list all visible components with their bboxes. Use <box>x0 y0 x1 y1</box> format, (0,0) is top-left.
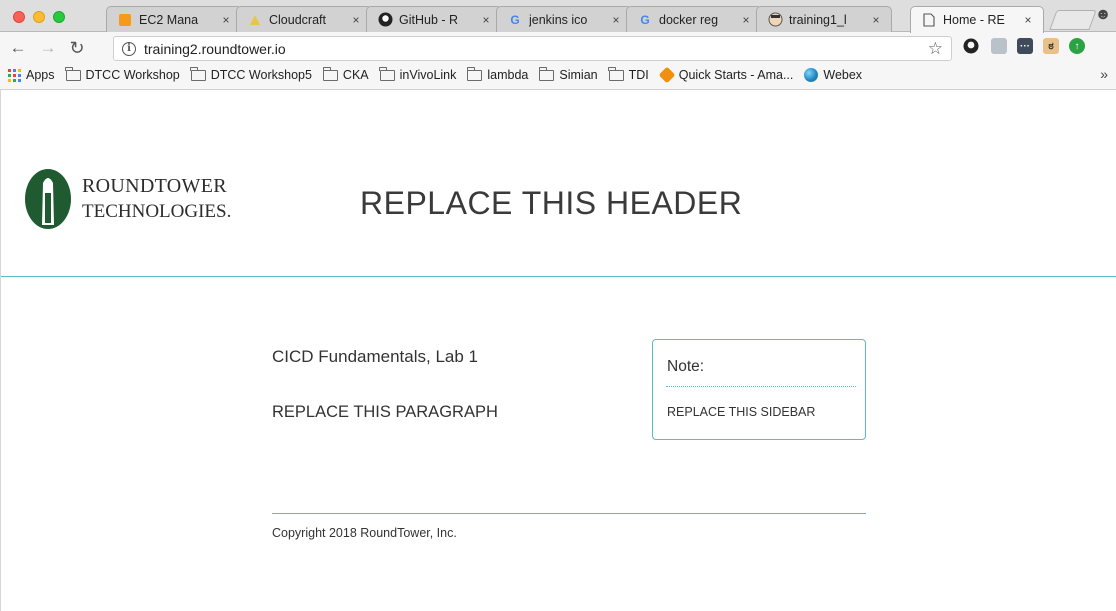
tab-github[interactable]: GitHub - R × <box>366 6 502 32</box>
close-tab-icon[interactable]: × <box>609 13 623 27</box>
tower-logo-icon <box>25 169 71 229</box>
aws-icon <box>117 12 133 28</box>
note-sidebar: Note: REPLACE THIS SIDEBAR <box>652 339 866 440</box>
bookmark-label: TDI <box>628 68 649 82</box>
bookmark-label: Simian <box>559 68 598 82</box>
sidebar-text: REPLACE THIS SIDEBAR <box>667 405 816 419</box>
tab-label: docker reg <box>659 12 719 27</box>
github-icon <box>377 12 393 28</box>
bookmark-label: Apps <box>26 68 55 82</box>
logo-line-1: ROUNDTOWER <box>82 175 227 197</box>
google-icon: G <box>510 12 520 27</box>
zoom-window-button[interactable] <box>53 11 65 23</box>
folder-icon <box>608 66 624 81</box>
back-icon[interactable]: ← <box>8 37 28 59</box>
new-tab-button[interactable] <box>1049 10 1097 30</box>
bookmarks-overflow-button[interactable]: » <box>1100 66 1108 82</box>
extension-dots-icon[interactable]: ··· <box>1017 38 1033 54</box>
google-icon: G <box>640 12 650 27</box>
webex-icon <box>804 68 819 82</box>
close-tab-icon[interactable]: × <box>479 13 493 27</box>
tab-training1[interactable]: training1_l × <box>756 6 892 32</box>
bookmark-label: lambda <box>487 68 529 82</box>
folder-icon <box>379 66 395 81</box>
note-divider <box>666 386 856 387</box>
tab-label: Home - RE <box>943 13 1005 27</box>
close-tab-icon[interactable]: × <box>739 13 753 27</box>
address-bar[interactable]: i training2.roundtower.io ☆ <box>113 36 952 61</box>
bookmark-dtcc-workshop5[interactable]: DTCC Workshop5 <box>190 66 312 82</box>
header-divider <box>1 276 1116 277</box>
tab-ec2[interactable]: EC2 Mana × <box>106 6 242 32</box>
apps-grid-icon <box>8 68 21 82</box>
folder-icon <box>322 66 338 81</box>
tab-home[interactable]: Home - RE × <box>910 6 1044 33</box>
close-tab-icon[interactable]: × <box>349 13 363 27</box>
logo-line-2: TECHNOLOGIES. <box>82 201 232 222</box>
tab-strip: EC2 Mana × Cloudcraft × GitHub - R × G j… <box>0 0 1116 33</box>
footer-divider <box>272 513 866 514</box>
tab-label: EC2 Mana <box>139 12 199 27</box>
extension-green-icon[interactable]: ↑ <box>1069 38 1085 54</box>
tab-label: GitHub - R <box>399 12 459 27</box>
page-content: ROUNDTOWER TECHNOLOGIES. REPLACE THIS HE… <box>0 90 1116 611</box>
close-tab-icon[interactable]: × <box>869 13 883 27</box>
bookmark-cka[interactable]: CKA <box>322 66 369 82</box>
bookmark-lambda[interactable]: lambda <box>467 66 529 82</box>
tab-docker-registry[interactable]: G docker reg × <box>626 6 762 32</box>
note-label: Note: <box>667 358 705 375</box>
bookmark-webex[interactable]: Webex <box>804 68 862 82</box>
main-paragraph: REPLACE THIS PARAGRAPH <box>272 403 498 421</box>
logo-wordmark: ROUNDTOWER TECHNOLOGIES. <box>82 174 231 224</box>
extension-gray-icon[interactable] <box>991 38 1007 54</box>
bookmarks-bar: Apps DTCC Workshop DTCC Workshop5 CKA in… <box>0 61 1116 89</box>
cloudcraft-icon <box>247 12 263 28</box>
bookmark-star-icon[interactable]: ☆ <box>928 39 943 59</box>
jenkins-icon <box>767 12 783 28</box>
folder-icon <box>65 66 81 81</box>
bookmark-tdi[interactable]: TDI <box>608 66 649 82</box>
page-header-title: REPLACE THIS HEADER <box>360 185 743 221</box>
url-text: training2.roundtower.io <box>144 40 286 57</box>
bookmark-label: inVivoLink <box>399 68 457 82</box>
aws-cube-icon <box>658 66 676 84</box>
close-tab-icon[interactable]: × <box>1021 13 1035 27</box>
profile-icon[interactable]: ☻ <box>1094 6 1112 24</box>
reload-icon[interactable]: ↻ <box>67 37 87 59</box>
tab-cloudcraft[interactable]: Cloudcraft × <box>236 6 372 32</box>
bookmark-label: Quick Starts - Ama... <box>678 68 794 82</box>
minimize-window-button[interactable] <box>33 11 45 23</box>
folder-icon <box>539 66 555 81</box>
close-window-button[interactable] <box>13 11 25 23</box>
bookmark-quick-starts[interactable]: Quick Starts - Ama... <box>658 66 794 84</box>
tab-label: jenkins ico <box>529 12 588 27</box>
copyright-footer: Copyright 2018 RoundTower, Inc. <box>272 526 457 540</box>
info-icon[interactable]: i <box>122 41 136 56</box>
close-tab-icon[interactable]: × <box>219 13 233 27</box>
page-icon <box>921 12 937 28</box>
bookmark-label: Webex <box>823 68 863 82</box>
bookmark-label: CKA <box>342 68 369 82</box>
folder-icon <box>467 66 483 81</box>
roundtower-logo[interactable]: ROUNDTOWER TECHNOLOGIES. <box>24 167 231 231</box>
bookmark-label: DTCC Workshop <box>85 68 180 82</box>
extension-face-icon[interactable]: ಠ <box>1043 38 1059 54</box>
folder-icon <box>190 66 206 81</box>
bookmark-apps[interactable]: Apps <box>8 68 55 82</box>
bookmark-simian[interactable]: Simian <box>539 66 598 82</box>
lab-subtitle: CICD Fundamentals, Lab 1 <box>272 347 478 366</box>
bookmark-dtcc-workshop[interactable]: DTCC Workshop <box>65 66 180 82</box>
github-extension-icon[interactable] <box>963 38 979 54</box>
bookmark-invivolink[interactable]: inVivoLink <box>379 66 457 82</box>
tab-label: Cloudcraft <box>269 12 326 27</box>
bookmark-label: DTCC Workshop5 <box>210 68 312 82</box>
tab-jenkins-icons[interactable]: G jenkins ico × <box>496 6 632 32</box>
tab-label: training1_l <box>789 12 847 27</box>
forward-icon[interactable]: → <box>38 37 58 59</box>
